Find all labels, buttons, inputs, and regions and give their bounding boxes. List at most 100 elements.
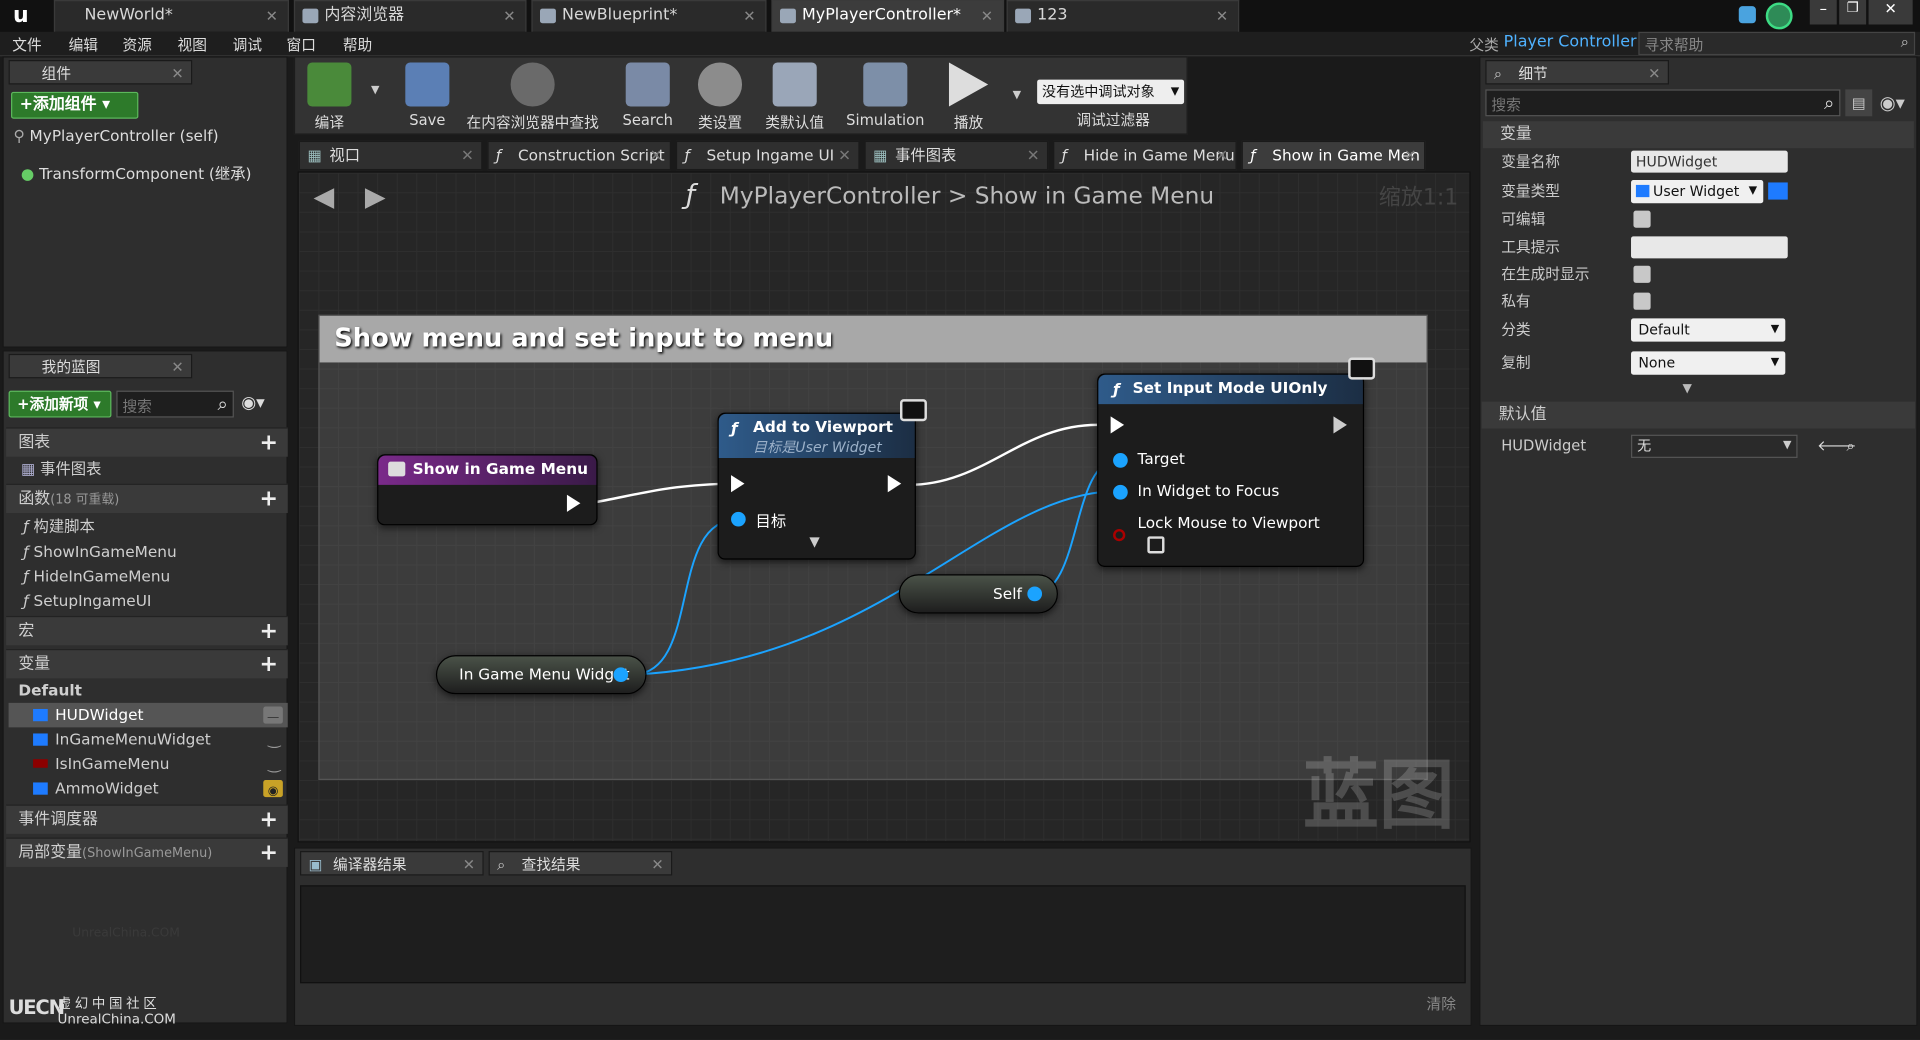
details-tab[interactable]: ⌕ 细节 ✕	[1485, 60, 1669, 85]
close-icon[interactable]: ✕	[838, 142, 851, 169]
menu-asset[interactable]: 资源	[122, 34, 151, 55]
menu-help[interactable]: 帮助	[343, 34, 372, 55]
tab-event-graph[interactable]: ▦ 事件图表 ✕	[864, 140, 1049, 171]
blueprint-search-input[interactable]: 搜索 ⌕	[116, 390, 234, 418]
doc-tab-newblueprint[interactable]: NewBlueprint* ✕	[531, 0, 767, 32]
self-output-pin[interactable]	[1027, 586, 1043, 602]
node-in-game-menu-widget[interactable]: In Game Menu Widget	[435, 655, 647, 695]
eye-closed-icon[interactable]: —	[263, 706, 283, 725]
doc-tab-newworld[interactable]: NewWorld* ✕	[53, 0, 289, 32]
function-item[interactable]: ƒ HideInGameMenu	[9, 564, 288, 588]
event-graph-item[interactable]: ▦ 事件图表	[9, 457, 288, 481]
function-item[interactable]: ƒ SetupIngameUI	[9, 589, 288, 613]
close-icon[interactable]: ✕	[981, 1, 993, 30]
add-local-icon[interactable]: +	[259, 839, 277, 868]
close-icon[interactable]: ✕	[651, 852, 663, 876]
close-icon[interactable]: ✕	[171, 355, 183, 379]
local-variables-category[interactable]: 局部变量(ShowInGameMenu) +	[6, 837, 288, 868]
exec-out-pin[interactable]	[566, 494, 581, 512]
add-new-button[interactable]: +添加新项 ▾	[8, 390, 112, 418]
tab-compiler-results[interactable]: ▣ 编译器结果 ✕	[300, 851, 484, 876]
close-icon[interactable]: ✕	[650, 142, 663, 169]
play-dropdown-icon[interactable]: ▼	[1013, 89, 1021, 101]
chat-icon[interactable]	[1738, 6, 1756, 24]
compile-button[interactable]: 编译	[300, 60, 359, 133]
unreal-logo-icon[interactable]: u	[7, 2, 34, 29]
my-blueprint-tab[interactable]: 我的蓝图 ✕	[8, 353, 193, 379]
clear-button[interactable]: 清除	[1427, 993, 1456, 1014]
help-search-input[interactable]: 寻求帮助 ⌕	[1638, 31, 1916, 56]
advanced-expand-icon[interactable]: ▼	[1682, 382, 1691, 395]
entry-node-show-in-game-menu[interactable]: Show in Game Menu	[377, 454, 598, 526]
blueprint-graph-canvas[interactable]: ◀ ▶ ƒ MyPlayerController > Show in Game …	[297, 171, 1471, 843]
editable-checkbox[interactable]	[1633, 210, 1651, 228]
widget-output-pin[interactable]	[613, 667, 629, 683]
grid-view-icon[interactable]: ▤	[1845, 89, 1873, 117]
variable-item-hudwidget[interactable]: HUDWidget —	[8, 702, 288, 728]
variable-type-dropdown[interactable]: User Widget ▼	[1631, 180, 1764, 204]
variable-name-input[interactable]: HUDWidget	[1631, 150, 1788, 173]
container-type-icon[interactable]	[1768, 182, 1788, 200]
debug-object-dropdown[interactable]: 没有选中调试对象 ▼	[1037, 79, 1185, 105]
close-icon[interactable]: ✕	[266, 1, 278, 30]
find-in-content-browser-button[interactable]: 在内容浏览器中查找	[464, 60, 601, 133]
eye-closed-icon[interactable]: ‿	[268, 727, 280, 751]
event-dispatchers-category[interactable]: 事件调度器 +	[6, 804, 288, 835]
exec-in-pin[interactable]	[731, 475, 745, 493]
tab-show-in-game-menu[interactable]: ƒ Show in Game Men ✕	[1241, 140, 1426, 171]
add-macro-icon[interactable]: +	[259, 617, 277, 646]
parent-class-link[interactable]: Player Controller	[1504, 33, 1637, 51]
tab-construction-script[interactable]: ƒ Construction Script ✕	[487, 140, 672, 171]
exec-out-pin[interactable]	[887, 475, 902, 493]
eye-closed-icon[interactable]: ‿	[268, 752, 280, 776]
tooltip-input[interactable]	[1631, 236, 1788, 259]
eye-icon[interactable]: ◉▾	[1880, 92, 1905, 114]
simulation-button[interactable]: Simulation	[841, 60, 929, 133]
close-icon[interactable]: ✕	[171, 61, 183, 85]
variable-item-ingamemenuwidget[interactable]: InGameMenuWidget ‿	[9, 727, 288, 751]
restore-icon[interactable]: ❐	[1839, 0, 1867, 25]
node-set-input-mode-uionly[interactable]: ƒ Set Input Mode UIOnly Target In Widget…	[1097, 357, 1376, 567]
widget-to-focus-pin[interactable]	[1113, 484, 1128, 500]
close-icon[interactable]: ✕	[461, 142, 474, 169]
doc-tab-myplayercontroller[interactable]: MyPlayerController* ✕	[771, 0, 1005, 32]
target-pin[interactable]	[731, 511, 746, 527]
details-search-input[interactable]: 搜索 ⌕	[1485, 89, 1841, 117]
exec-in-pin[interactable]	[1110, 416, 1125, 434]
macros-category[interactable]: 宏 +	[6, 615, 288, 646]
graphs-category[interactable]: 图表 +	[6, 427, 288, 458]
node-self[interactable]: Self	[898, 574, 1058, 614]
menu-window[interactable]: 窗口	[287, 34, 316, 55]
category-dropdown[interactable]: Default ▼	[1631, 318, 1786, 342]
advanced-expand-icon[interactable]: ▼	[809, 534, 819, 550]
doc-tab-123[interactable]: 123 ✕	[1006, 0, 1240, 32]
class-defaults-button[interactable]: 类默认值	[760, 60, 829, 133]
close-icon[interactable]: ✕	[503, 1, 515, 30]
lock-mouse-checkbox[interactable]	[1147, 536, 1165, 554]
tab-find-results[interactable]: ⌕ 查找结果 ✕	[488, 851, 673, 876]
add-component-button[interactable]: +添加组件 ▾	[11, 91, 139, 119]
node-add-to-viewport[interactable]: ƒ Add to Viewport 目标是User Widget 目标 ▼	[717, 399, 927, 560]
variable-item-ammowidget[interactable]: AmmoWidget ◉	[9, 776, 288, 800]
play-button[interactable]: 播放	[939, 60, 998, 133]
defaults-section-header[interactable]: 默认值	[1481, 401, 1916, 429]
close-window-icon[interactable]: ✕	[1868, 0, 1913, 25]
add-dispatcher-icon[interactable]: +	[259, 806, 277, 835]
menu-file[interactable]: 文件	[12, 34, 41, 55]
add-graph-icon[interactable]: +	[259, 429, 277, 458]
close-icon[interactable]: ✕	[1648, 61, 1660, 85]
eye-open-icon[interactable]: ◉	[263, 780, 283, 798]
search-button[interactable]: Search	[616, 60, 680, 133]
view-options-icon[interactable]: ◉▾	[241, 393, 265, 413]
compile-dropdown-icon[interactable]: ▼	[371, 84, 379, 96]
tab-hide-in-game-menu[interactable]: ƒ Hide in Game Menu ✕	[1053, 140, 1237, 171]
component-item-transform[interactable]: ● TransformComponent (继承)	[21, 160, 290, 183]
close-icon[interactable]: ✕	[1404, 142, 1417, 169]
expose-on-spawn-checkbox[interactable]	[1633, 265, 1651, 283]
notification-icon[interactable]	[1765, 2, 1793, 30]
menu-debug[interactable]: 调试	[233, 34, 262, 55]
variable-item-isingamemenu[interactable]: IsInGameMenu ‿	[9, 752, 288, 776]
tab-setup-ingame-ui[interactable]: ƒ Setup Ingame UI ✕	[675, 140, 860, 171]
components-tab[interactable]: 组件 ✕	[8, 60, 193, 85]
tab-viewport[interactable]: ▦ 视口 ✕	[298, 140, 483, 171]
